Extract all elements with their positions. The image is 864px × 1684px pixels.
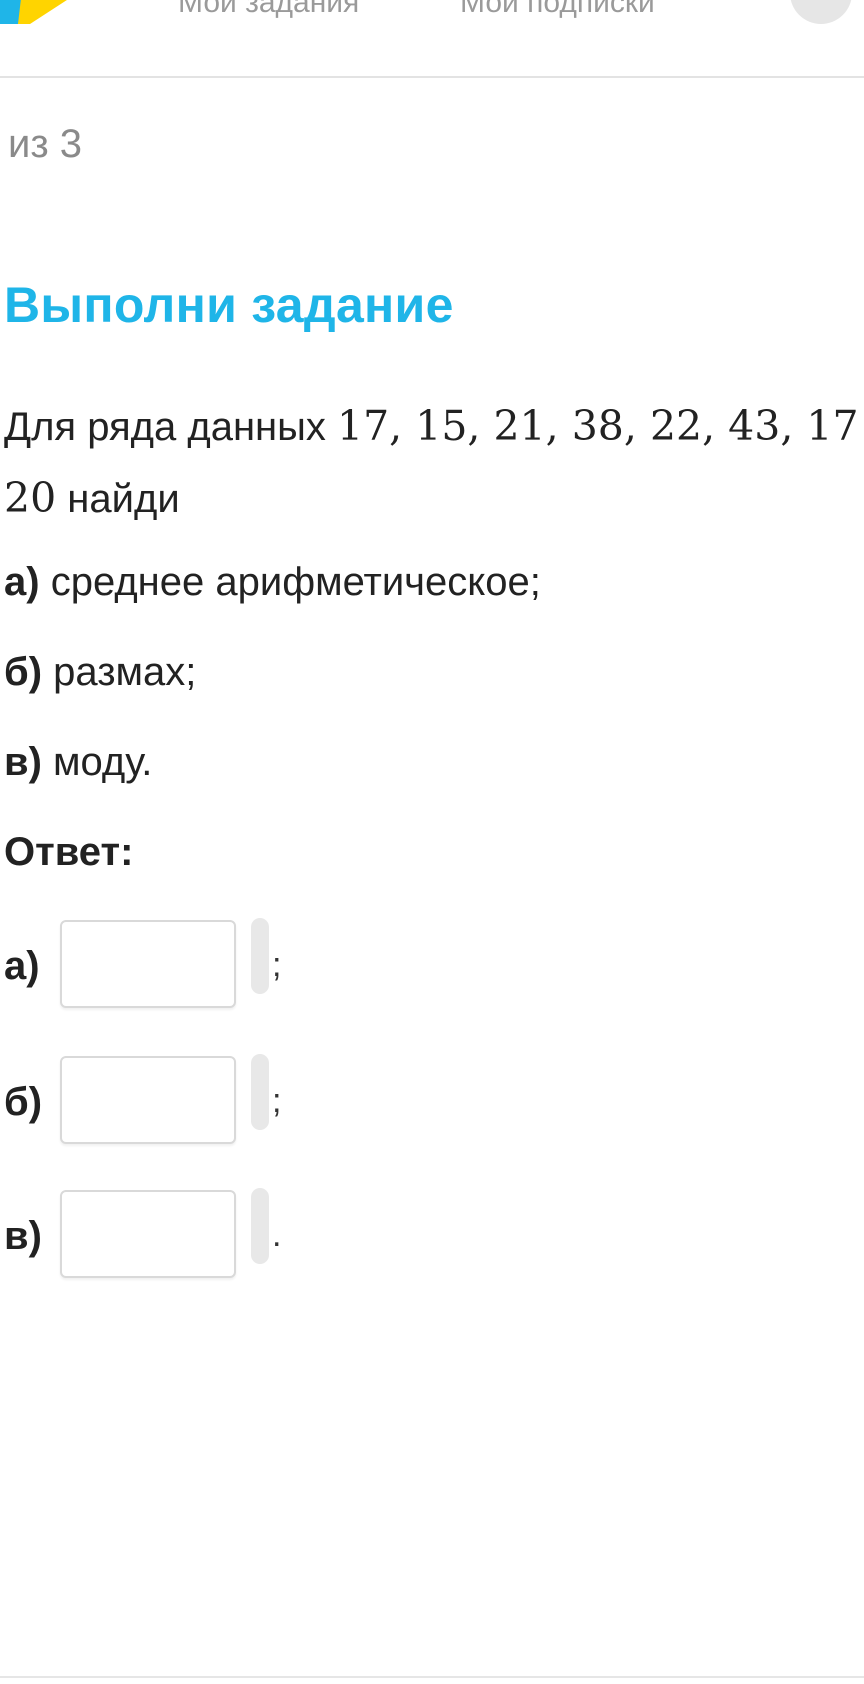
header-divider <box>0 76 864 78</box>
answer-row-a: а) ; <box>0 918 864 1018</box>
subtask-a-text: среднее арифметическое; <box>50 560 541 604</box>
subtask-a: а) среднее арифметическое; <box>4 560 541 605</box>
problem-line-2: 20 найди <box>4 462 864 534</box>
answer-a-handle[interactable] <box>251 918 269 994</box>
task-counter: из 3 <box>8 122 83 166</box>
problem-prefix: Для ряда данных <box>4 405 326 449</box>
problem-statement: Для ряда данных 17, 15, 21, 38, 22, 43, … <box>4 390 864 534</box>
task-page: Мои задания Мои подписки из 3 Выполни за… <box>0 0 864 1684</box>
data-series-part-2: 20 <box>4 474 57 522</box>
data-series-part-1: 17, 15, 21, 38, 22, 43, 17 <box>337 402 859 450</box>
answer-b-letter: б) <box>4 1080 43 1124</box>
subtask-c-letter: в) <box>4 740 42 784</box>
subtask-b-text: размах; <box>53 650 197 694</box>
answer-c-letter: в) <box>4 1214 42 1258</box>
subtask-c-text: моду. <box>53 740 153 784</box>
bottom-divider <box>0 1676 864 1678</box>
answer-b-punctuation: ; <box>272 1082 282 1120</box>
answer-c-handle[interactable] <box>251 1188 269 1264</box>
avatar-button[interactable] <box>790 0 852 24</box>
answer-b-input[interactable] <box>60 1056 236 1144</box>
answer-a-letter: а) <box>4 944 40 988</box>
answer-label: Ответ: <box>4 830 134 874</box>
problem-suffix: найди <box>67 477 180 521</box>
answer-row-c: в) . <box>0 1188 864 1288</box>
problem-line-1: Для ряда данных 17, 15, 21, 38, 22, 43, … <box>4 390 864 462</box>
answer-row-b: б) ; <box>0 1054 864 1154</box>
answer-c-punctuation: . <box>272 1216 282 1254</box>
nav-my-subscriptions[interactable]: Мои подписки <box>460 0 655 20</box>
subtask-c: в) моду. <box>4 740 152 785</box>
answer-a-input[interactable] <box>60 920 236 1008</box>
subtask-b: б) размах; <box>4 650 196 695</box>
answer-a-punctuation: ; <box>272 946 282 984</box>
answer-b-handle[interactable] <box>251 1054 269 1130</box>
top-bar: Мои задания Мои подписки <box>0 0 864 76</box>
subtask-a-letter: а) <box>4 560 40 604</box>
answer-c-input[interactable] <box>60 1190 236 1278</box>
task-title: Выполни задание <box>4 277 454 333</box>
nav-my-tasks[interactable]: Мои задания <box>178 0 359 20</box>
app-logo-icon[interactable] <box>0 0 80 24</box>
subtask-b-letter: б) <box>4 650 43 694</box>
